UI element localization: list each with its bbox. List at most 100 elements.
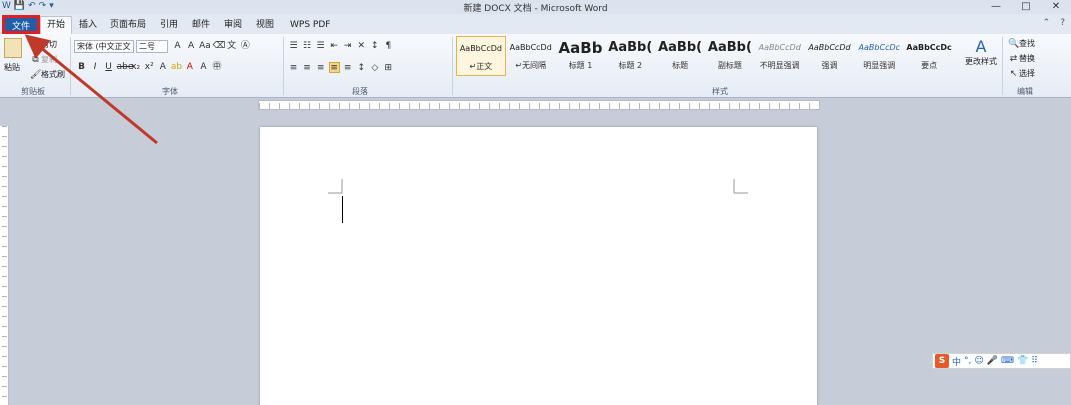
ribbon-tabs: 文件 开始 插入 页面布局 引用 邮件 审阅 视图 WPS PDF ⌃ ? xyxy=(0,14,1071,34)
sort-icon[interactable]: ↕ xyxy=(369,41,380,52)
style-name: ↵正文 xyxy=(469,62,493,71)
tab-page-layout[interactable]: 页面布局 xyxy=(110,17,146,33)
clear-format-icon[interactable]: ⌫ xyxy=(213,41,226,52)
text-cursor xyxy=(342,196,343,223)
horizontal-ruler[interactable] xyxy=(258,100,820,110)
paragraph-group-label: 段落 xyxy=(352,87,368,96)
font-color-icon[interactable]: A xyxy=(184,62,195,73)
minimize-button[interactable]: — xyxy=(981,0,1011,14)
distributed-icon[interactable]: ≡ xyxy=(342,63,353,74)
style-heading-2[interactable]: AaBb( 标题 2 xyxy=(605,36,655,76)
group-divider xyxy=(452,37,453,95)
subscript-icon[interactable]: x₂ xyxy=(130,62,141,73)
phonetic-icon[interactable]: 文 xyxy=(226,41,237,52)
style-sample: AaBbCcDc xyxy=(906,43,952,52)
vertical-ruler[interactable] xyxy=(0,126,9,405)
replace-button[interactable]: ⇄ 替换 xyxy=(1008,53,1035,65)
document-page[interactable] xyxy=(260,127,817,405)
find-button[interactable]: 🔍查找 xyxy=(1008,38,1035,50)
tab-file[interactable]: 文件 xyxy=(2,15,40,34)
tab-mailings[interactable]: 邮件 xyxy=(192,17,210,33)
text-effect-icon[interactable]: A xyxy=(157,62,168,73)
ime-punctuation-icon[interactable]: °, xyxy=(964,356,971,366)
underline-icon[interactable]: U xyxy=(103,62,114,73)
ribbon-home: 粘贴 ✂ 剪切 ⧉ 复制 🖌格式刷 剪贴板 宋体 (中文正文 二号 A A Aa ⌫… xyxy=(0,34,1071,98)
multilevel-list-icon[interactable]: ☰ xyxy=(315,41,326,52)
chinese-layout-icon[interactable]: ✕ xyxy=(356,41,367,52)
font-name-combo[interactable]: 宋体 (中文正文 xyxy=(74,40,134,53)
paste-button[interactable]: 粘贴 xyxy=(4,38,22,73)
cut-label: 剪切 xyxy=(41,40,57,49)
style-intense-emphasis[interactable]: AaBbCcDc 明显强调 xyxy=(854,36,904,76)
copy-label: 复制 xyxy=(41,55,57,64)
line-spacing-icon[interactable]: ↕ xyxy=(356,63,367,74)
style-name: 强调 xyxy=(821,61,838,70)
sogou-logo-icon: S xyxy=(935,354,949,368)
style-name: 要点 xyxy=(921,61,938,70)
style-subtitle[interactable]: AaBb( 副标题 xyxy=(705,36,755,76)
italic-icon[interactable]: I xyxy=(90,62,101,73)
char-border-icon[interactable]: Ⓐ xyxy=(240,41,251,52)
highlight-icon[interactable]: ab xyxy=(171,62,182,73)
font-size-combo[interactable]: 二号 xyxy=(136,40,168,53)
collapse-ribbon-icon[interactable]: ⌃ xyxy=(1043,18,1051,28)
cut-button[interactable]: ✂ 剪切 xyxy=(30,39,57,51)
style-subtle-emphasis[interactable]: AaBbCcDd 不明显强调 xyxy=(755,36,805,76)
style-title[interactable]: AaBb( 标题 xyxy=(655,36,705,76)
style-normal[interactable]: AaBbCcDd ↵正文 xyxy=(456,36,506,76)
close-button[interactable]: ✕ xyxy=(1041,0,1071,14)
style-sample: AaBbCcDd xyxy=(808,43,851,52)
enclosed-char-icon[interactable]: ㊥ xyxy=(211,62,222,73)
help-icon[interactable]: ? xyxy=(1060,18,1065,28)
borders-icon[interactable]: ⊞ xyxy=(383,63,394,74)
tab-references[interactable]: 引用 xyxy=(160,17,178,33)
change-case-icon[interactable]: Aa xyxy=(199,41,211,52)
ime-chinese-mode[interactable]: 中 xyxy=(952,355,961,368)
select-label: 选择 xyxy=(1019,69,1035,78)
tab-home[interactable]: 开始 xyxy=(40,16,73,34)
numbering-icon[interactable]: ☷ xyxy=(302,41,313,52)
align-left-icon[interactable]: ≡ xyxy=(288,63,299,74)
ime-emoji-icon[interactable]: ☺ xyxy=(974,356,983,366)
bullets-icon[interactable]: ☰ xyxy=(288,41,299,52)
justify-icon[interactable]: ≡ xyxy=(328,62,340,73)
tab-review[interactable]: 审阅 xyxy=(224,17,242,33)
ime-skin-icon[interactable]: 👕 xyxy=(1017,356,1028,366)
select-button[interactable]: ↖ 选择 xyxy=(1008,68,1035,80)
decrease-indent-icon[interactable]: ⇤ xyxy=(329,41,340,52)
align-center-icon[interactable]: ≡ xyxy=(302,63,313,74)
tab-view[interactable]: 视图 xyxy=(256,17,274,33)
copy-icon: ⧉ xyxy=(32,55,39,65)
superscript-icon[interactable]: x² xyxy=(144,62,155,73)
style-heading-1[interactable]: AaBb 标题 1 xyxy=(556,36,606,76)
style-no-spacing[interactable]: AaBbCcDd ↵无间隔 xyxy=(506,36,556,76)
shading-icon[interactable]: ◇ xyxy=(369,63,380,74)
copy-button[interactable]: ⧉ 复制 xyxy=(30,54,57,66)
clipboard-group-label: 剪贴板 xyxy=(21,87,45,96)
font-group-label: 字体 xyxy=(162,87,178,96)
char-shading-icon[interactable]: A xyxy=(198,62,209,73)
style-strong[interactable]: AaBbCcDc 要点 xyxy=(904,36,954,76)
show-marks-icon[interactable]: ¶ xyxy=(383,41,394,52)
strikethrough-icon[interactable]: abe xyxy=(117,62,134,73)
paragraph-align-buttons: ≡ ≡ ≡ ≡ ≡ ↕ ◇ ⊞ xyxy=(288,62,394,74)
style-sample: AaBbCcDd xyxy=(758,43,801,52)
increase-indent-icon[interactable]: ⇥ xyxy=(342,41,353,52)
tab-insert[interactable]: 插入 xyxy=(79,17,97,33)
style-emphasis[interactable]: AaBbCcDd 强调 xyxy=(805,36,855,76)
change-styles-button[interactable]: A 更改样式 xyxy=(963,37,999,67)
brush-icon: 🖌 xyxy=(30,70,42,80)
align-right-icon[interactable]: ≡ xyxy=(315,63,326,74)
format-painter-button[interactable]: 🖌格式刷 xyxy=(30,69,65,81)
bold-icon[interactable]: B xyxy=(76,62,87,73)
replace-label: 替换 xyxy=(1019,54,1035,63)
tab-wps-pdf[interactable]: WPS PDF xyxy=(290,17,330,33)
shrink-font-icon[interactable]: A xyxy=(186,41,197,52)
restore-button[interactable]: □ xyxy=(1011,0,1041,14)
ime-keyboard-icon[interactable]: ⌨ xyxy=(1001,356,1014,366)
style-sample: AaBbCcDd xyxy=(509,43,552,52)
grow-font-icon[interactable]: A xyxy=(172,41,183,52)
style-sample: AaBb( xyxy=(608,40,653,55)
ime-toolbox-icon[interactable]: ⠿ xyxy=(1031,356,1038,366)
ime-microphone-icon[interactable]: 🎤 xyxy=(987,356,998,366)
